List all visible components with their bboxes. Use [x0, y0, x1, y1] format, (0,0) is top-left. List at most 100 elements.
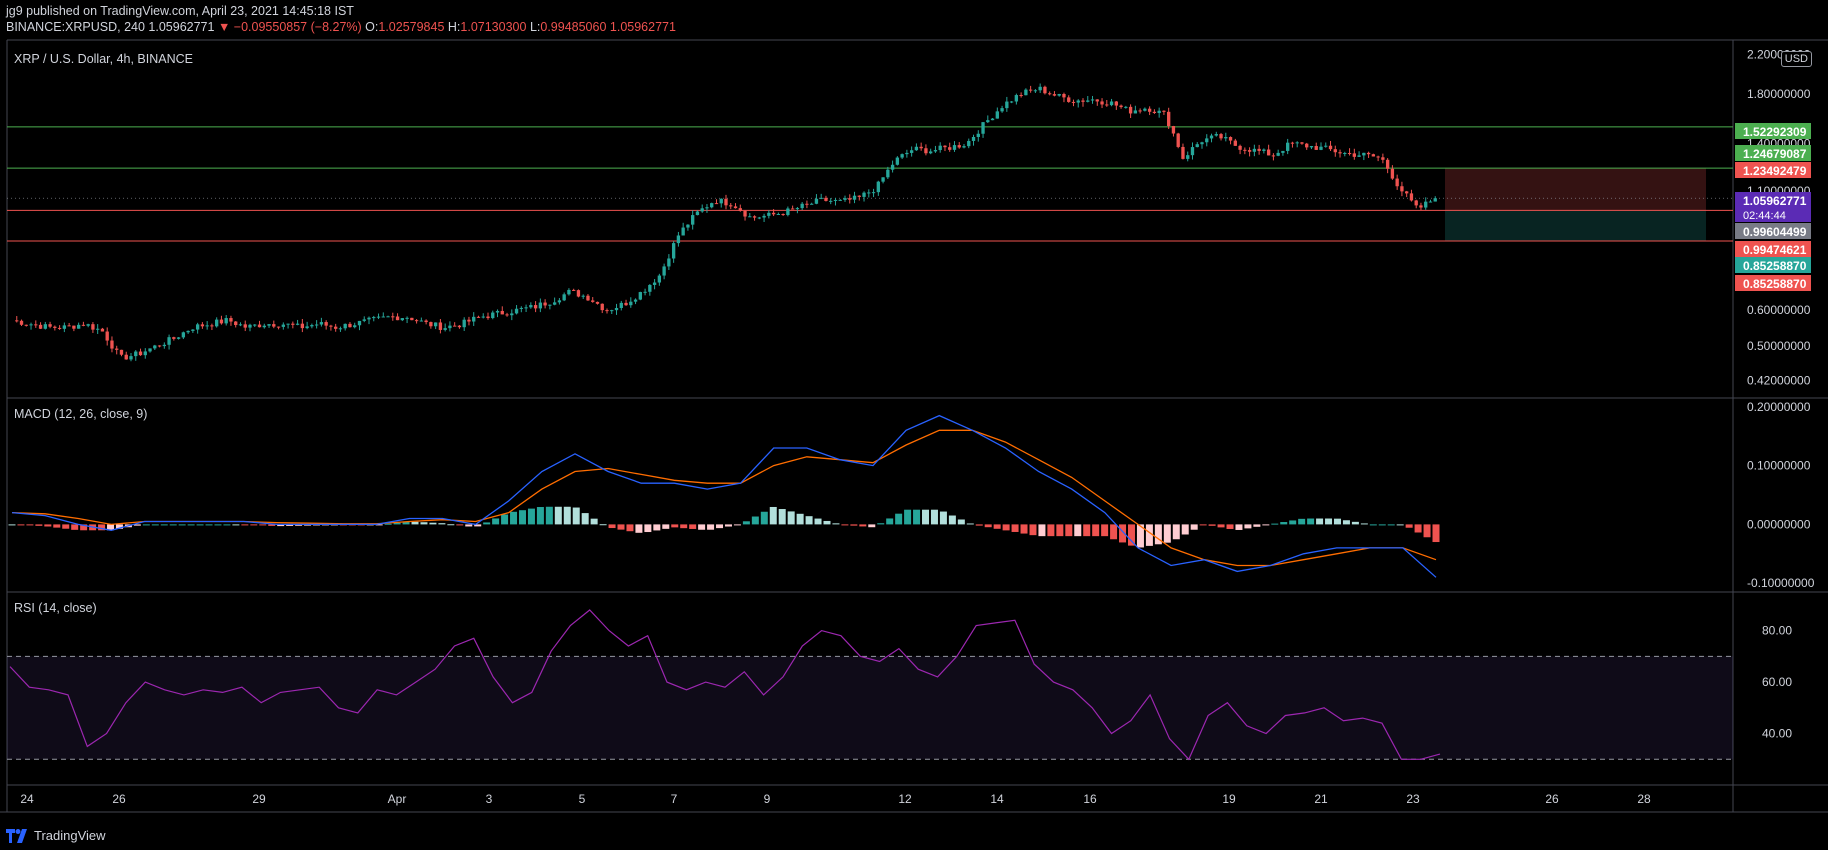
- candle: [871, 188, 876, 198]
- candle: [1228, 136, 1233, 145]
- macd-histogram-bar: [1083, 524, 1091, 537]
- candle: [1209, 133, 1214, 143]
- candle: [1067, 95, 1071, 103]
- candle: [281, 322, 285, 330]
- candle: [633, 298, 638, 305]
- candle-body: [1343, 153, 1347, 155]
- macd-histogram-bar: [151, 524, 159, 526]
- tradingview-logo[interactable]: TradingView: [6, 828, 106, 843]
- candle-body: [414, 320, 419, 322]
- candle-body: [1428, 201, 1433, 203]
- candle: [129, 353, 133, 362]
- candle-body: [691, 215, 695, 225]
- macd-histogram-bar: [510, 511, 518, 525]
- candle-body: [800, 203, 804, 209]
- candle: [1262, 148, 1266, 154]
- candle-body: [405, 317, 409, 319]
- candle: [1405, 190, 1409, 198]
- candle-body: [1281, 150, 1285, 153]
- time-tick-label: 16: [1083, 792, 1097, 806]
- candle: [1266, 144, 1271, 156]
- macd-histogram-bar: [948, 515, 956, 525]
- candle-body: [424, 320, 428, 323]
- candle-body: [1147, 108, 1152, 112]
- candle: [314, 320, 319, 329]
- macd-histogram-bar: [850, 524, 858, 526]
- candle-body: [1081, 100, 1085, 102]
- candle: [562, 292, 566, 302]
- candle: [286, 323, 290, 329]
- candle: [1152, 109, 1157, 114]
- candle: [476, 315, 481, 318]
- candle-body: [1300, 142, 1304, 144]
- candle-body: [1000, 108, 1004, 112]
- macd-histogram-bar: [554, 506, 562, 525]
- macd-histogram-bar: [913, 509, 921, 525]
- candle: [353, 322, 357, 329]
- macd-histogram-bar: [1002, 524, 1010, 531]
- candle: [1324, 142, 1328, 148]
- candle: [1428, 199, 1433, 203]
- macd-histogram-bar: [787, 511, 795, 525]
- price-label: 1.24679087: [1743, 147, 1807, 161]
- currency-badge[interactable]: USD: [1780, 51, 1812, 67]
- candle-body: [614, 307, 619, 311]
- candle: [919, 142, 923, 151]
- candle: [762, 213, 766, 223]
- candle: [990, 117, 995, 121]
- macd-histogram-bar: [644, 524, 652, 533]
- chart-canvas[interactable]: 2.200000001.800000001.400000001.10000000…: [0, 0, 1828, 850]
- macd-histogram-bar: [545, 506, 553, 525]
- candle-body: [1195, 144, 1199, 148]
- candle: [748, 213, 752, 218]
- candle: [110, 336, 114, 353]
- macd-histogram-bar: [1253, 524, 1261, 527]
- candle-body: [1190, 147, 1195, 156]
- candle: [643, 288, 647, 296]
- macd-histogram-bar: [1244, 524, 1252, 529]
- candle-body: [562, 294, 566, 301]
- candle-body: [1219, 134, 1223, 139]
- candle: [57, 325, 62, 330]
- candle: [1100, 98, 1104, 109]
- candle: [81, 321, 86, 327]
- macd-histogram-bar: [492, 518, 500, 525]
- candle: [529, 302, 533, 309]
- candle-body: [662, 266, 666, 276]
- candle-body: [1048, 93, 1052, 95]
- candle-body: [1076, 100, 1080, 103]
- candle: [1300, 142, 1304, 145]
- candle-body: [781, 213, 785, 216]
- candle-body: [805, 203, 809, 205]
- candle: [981, 121, 985, 138]
- candle-body: [795, 208, 800, 210]
- candle: [305, 321, 309, 330]
- candle: [890, 160, 895, 173]
- candle: [805, 200, 809, 209]
- candle-body: [752, 216, 757, 218]
- candle: [1424, 197, 1428, 210]
- macd-histogram-bar: [1316, 518, 1324, 525]
- candle: [1385, 158, 1390, 174]
- macd-histogram-bar: [653, 524, 661, 531]
- candle: [453, 322, 457, 327]
- candle-body: [1319, 146, 1323, 150]
- macd-histogram-bar: [1405, 524, 1413, 528]
- candle: [200, 322, 205, 329]
- macd-histogram-bar: [1387, 524, 1395, 526]
- candle-body: [1243, 149, 1247, 151]
- candle: [681, 222, 685, 236]
- macd-histogram-bar: [250, 524, 258, 526]
- candle: [1366, 151, 1371, 158]
- macd-histogram-bar: [975, 524, 983, 526]
- candle: [1033, 89, 1038, 93]
- candle: [1114, 100, 1118, 110]
- candle: [895, 156, 900, 166]
- candle: [876, 180, 880, 196]
- candle-body: [200, 324, 205, 327]
- macd-histogram-bar: [1029, 524, 1037, 536]
- macd-histogram-bar: [742, 521, 750, 525]
- candle-body: [895, 157, 900, 165]
- candle-body: [1057, 93, 1061, 96]
- candle-body: [1419, 205, 1423, 208]
